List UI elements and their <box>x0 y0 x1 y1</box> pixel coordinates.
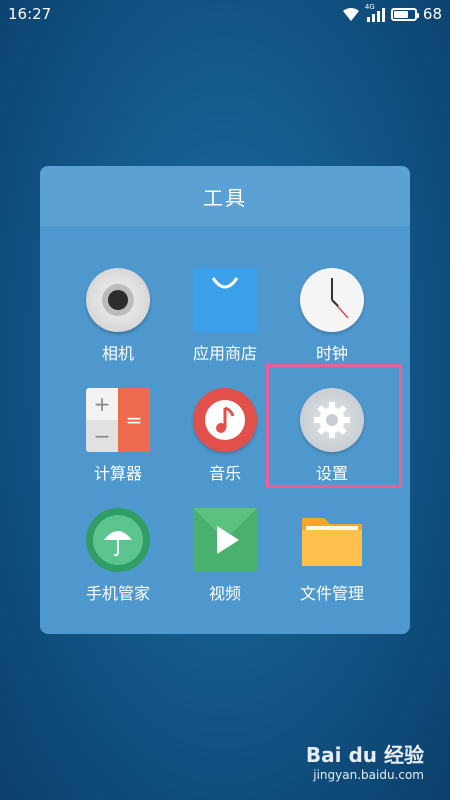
folder-icon <box>300 508 364 572</box>
status-bar: 16:27 4G 68 <box>0 0 450 30</box>
camera-icon <box>86 268 150 332</box>
calculator-icon: + = − <box>86 388 150 452</box>
baidu-jingyan-watermark: Bai du 经验 jingyan.baidu.com <box>306 739 424 782</box>
app-calculator[interactable]: + = − 计算器 <box>58 388 178 484</box>
equals-key: = <box>118 388 150 452</box>
plus-key: + <box>86 388 118 420</box>
wifi-icon <box>342 7 359 21</box>
phone-manager-umbrella-icon <box>86 508 150 572</box>
app-label: 应用商店 <box>192 344 257 363</box>
app-file-manager[interactable]: 文件管理 <box>272 508 392 604</box>
clock-icon <box>300 268 364 332</box>
app-phone-manager[interactable]: 手机管家 <box>58 508 178 604</box>
folder-title: 工具 <box>40 166 410 226</box>
app-label: 文件管理 <box>299 584 364 603</box>
network-type-label: 4G <box>364 2 375 11</box>
app-clock[interactable]: 时钟 <box>272 268 392 364</box>
status-time: 16:27 <box>8 5 52 23</box>
watermark-brand: Bai du 经验 <box>305 743 424 767</box>
battery-icon <box>390 7 419 21</box>
music-icon <box>193 388 257 452</box>
app-video[interactable]: 视频 <box>165 508 285 604</box>
app-label: 手机管家 <box>85 584 150 603</box>
battery-percent: 68 <box>422 5 442 23</box>
app-label: 计算器 <box>93 464 142 483</box>
minus-key: − <box>86 420 118 452</box>
app-label: 相机 <box>101 344 134 363</box>
status-icons: 4G 68 <box>341 3 442 23</box>
app-label: 时钟 <box>315 344 348 363</box>
watermark-url: jingyan.baidu.com <box>313 768 424 782</box>
cellular-signal-icon: 4G <box>365 3 385 22</box>
app-app-store[interactable]: 应用商店 <box>165 268 285 364</box>
app-store-icon <box>193 268 257 332</box>
settings-highlight-box <box>266 364 402 488</box>
app-camera[interactable]: 相机 <box>58 268 178 364</box>
video-play-icon <box>193 508 257 572</box>
app-label: 视频 <box>208 584 241 603</box>
